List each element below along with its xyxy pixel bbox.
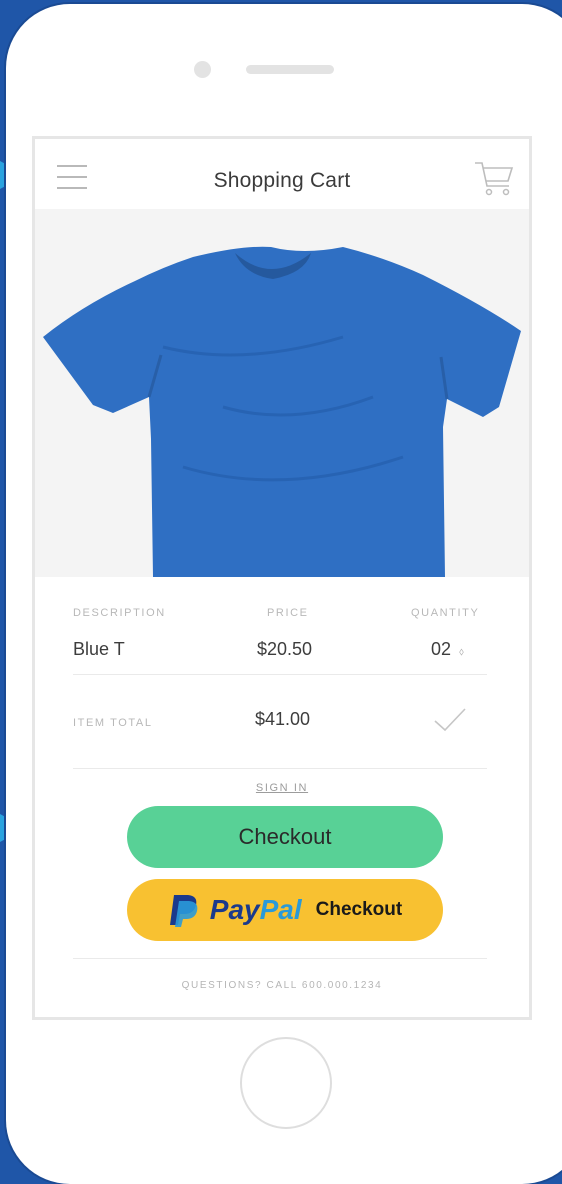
blue-tshirt-image — [43, 246, 521, 577]
quantity-stepper[interactable]: 02 ⬨ — [431, 639, 464, 660]
shopping-cart-icon[interactable] — [473, 159, 515, 197]
description-header: DESCRIPTION — [73, 607, 166, 619]
item-description: Blue T — [73, 639, 125, 659]
divider — [73, 958, 487, 959]
item-price: $20.50 — [257, 639, 313, 659]
item-total-label: ITEM TOTAL — [73, 717, 153, 729]
paypal-pal-text: Pal — [259, 894, 302, 925]
support-phone-text: QUESTIONS? CALL 600.000.1234 — [181, 980, 383, 991]
speaker-grille — [246, 65, 334, 74]
quantity-value: 02 — [431, 639, 452, 659]
checkout-button[interactable]: Checkout — [127, 806, 443, 868]
paypal-pay-text: Pay — [209, 894, 260, 925]
item-total-value: $41.00 — [255, 709, 311, 729]
paypal-checkout-label: Checkout — [315, 899, 403, 920]
checkmark-icon — [434, 708, 466, 732]
top-bar: Shopping Cart — [35, 139, 529, 209]
product-image — [35, 209, 529, 577]
quantity-header: QUANTITY — [411, 607, 480, 619]
divider — [73, 674, 487, 675]
stepper-arrows-icon[interactable]: ⬨ — [459, 646, 464, 658]
paypal-checkout-button[interactable]: Pay Pal Checkout — [127, 879, 443, 941]
home-button[interactable] — [240, 1037, 332, 1129]
sign-in-link[interactable]: SIGN IN — [73, 782, 491, 794]
paypal-logo-icon — [169, 895, 198, 927]
page-title: Shopping Cart — [213, 169, 351, 192]
front-camera — [194, 61, 211, 78]
price-header: PRICE — [267, 607, 309, 619]
app-screen: Shopping Cart DESCRIPTION PRICE QUANTITY… — [32, 136, 532, 1020]
divider — [73, 768, 487, 769]
